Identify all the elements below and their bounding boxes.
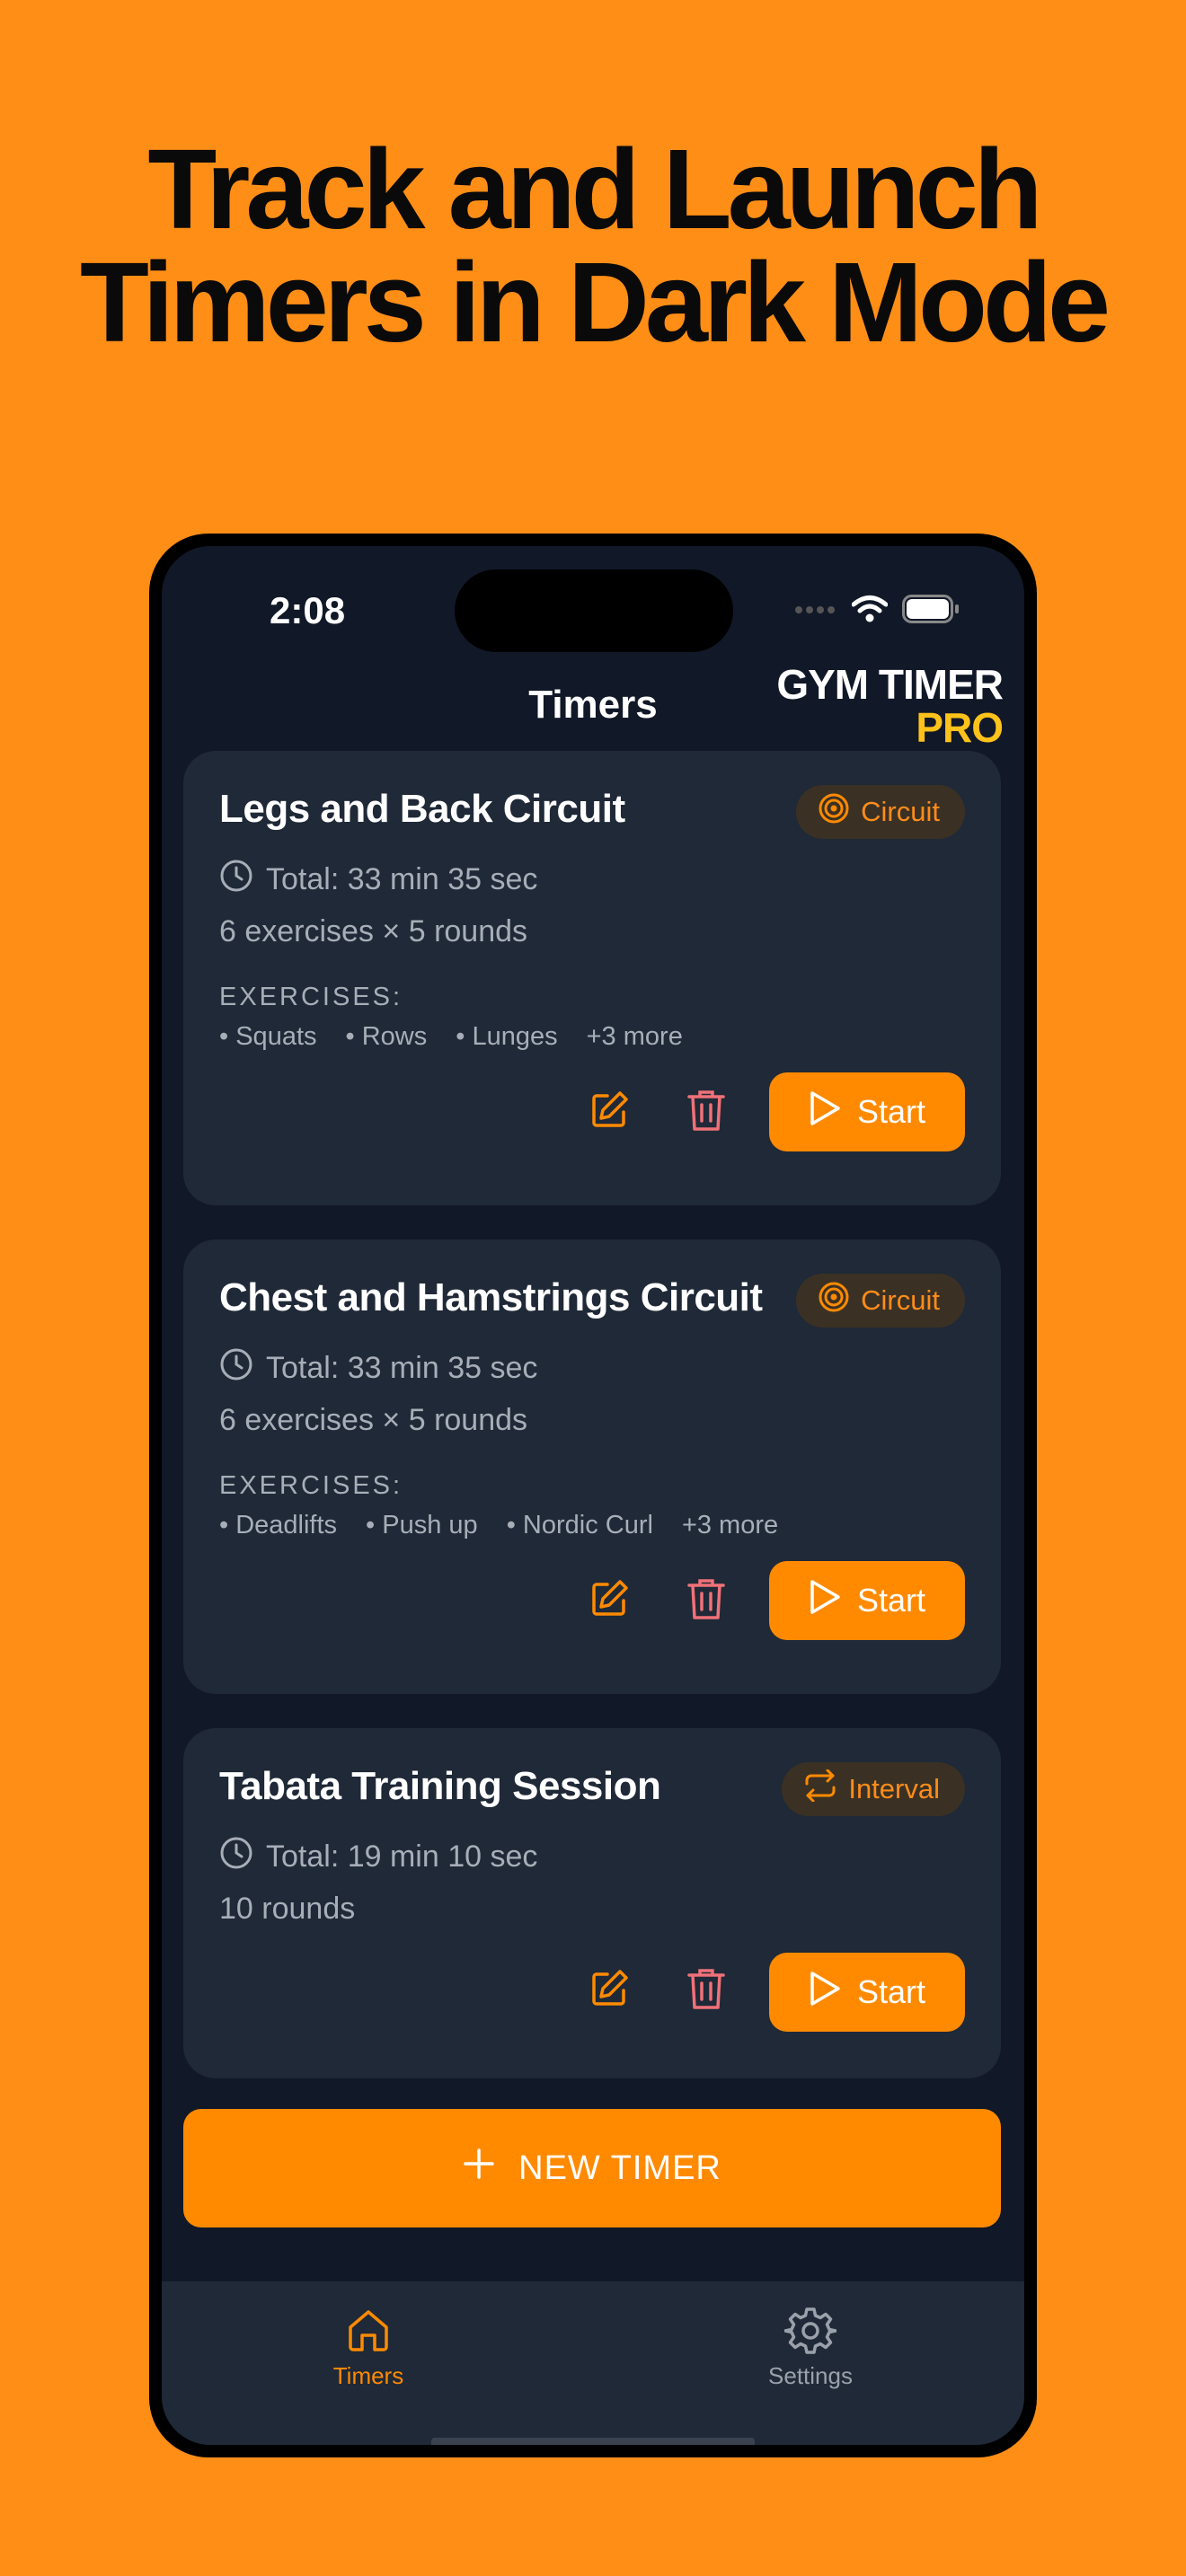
edit-button[interactable] bbox=[582, 1574, 636, 1628]
brand-name: GYM TIMER bbox=[776, 661, 1004, 708]
exercise-list: Deadlifts Push up Nordic Curl +3 more bbox=[219, 1511, 778, 1540]
exercise-more: +3 more bbox=[681, 1511, 779, 1539]
exercises-label: EXERCISES: bbox=[219, 1471, 403, 1500]
clock-icon bbox=[219, 1347, 253, 1389]
gear-icon bbox=[783, 2305, 837, 2363]
type-badge-label: Circuit bbox=[861, 1284, 940, 1316]
edit-button[interactable] bbox=[582, 1085, 636, 1139]
headline-line-2: Timers in Dark Mode bbox=[79, 239, 1111, 366]
timer-card: Legs and Back Circuit Circuit Total: 33 … bbox=[183, 751, 1001, 1205]
edit-button[interactable] bbox=[582, 1963, 636, 2017]
trash-icon bbox=[686, 1966, 726, 2016]
delete-button[interactable] bbox=[679, 1963, 733, 2017]
start-button[interactable]: Start bbox=[769, 1072, 965, 1151]
total-duration: Total: 19 min 10 sec bbox=[219, 1836, 537, 1878]
exercise-item: Lunges bbox=[456, 1022, 557, 1052]
exercises-label: EXERCISES: bbox=[219, 983, 403, 1011]
plus-icon bbox=[463, 2148, 495, 2189]
timer-card: Tabata Training Session Interval Total: … bbox=[183, 1728, 1001, 2078]
timer-summary: 6 exercises × 5 rounds bbox=[219, 914, 528, 948]
type-badge-label: Circuit bbox=[861, 796, 940, 827]
delete-button[interactable] bbox=[679, 1085, 733, 1139]
type-badge: Circuit bbox=[796, 785, 965, 839]
start-button-label: Start bbox=[856, 1093, 926, 1130]
clock-icon bbox=[219, 859, 253, 901]
exercise-item: Nordic Curl bbox=[507, 1511, 653, 1540]
signal-icon bbox=[794, 603, 837, 619]
new-timer-button[interactable]: NEW TIMER bbox=[183, 2109, 1001, 2228]
edit-icon bbox=[588, 1577, 631, 1625]
status-icons bbox=[794, 593, 960, 629]
dynamic-island bbox=[455, 569, 733, 652]
start-button-label: Start bbox=[856, 1582, 926, 1619]
trash-icon bbox=[686, 1088, 726, 1137]
exercise-item: Rows bbox=[346, 1022, 428, 1052]
play-icon bbox=[809, 1579, 841, 1623]
timer-title: Chest and Hamstrings Circuit bbox=[219, 1275, 763, 1319]
tab-timers[interactable]: Timers bbox=[279, 2305, 458, 2390]
target-icon bbox=[818, 792, 850, 832]
start-button-label: Start bbox=[856, 1973, 926, 2010]
status-time: 2:08 bbox=[270, 589, 346, 631]
timer-summary: 6 exercises × 5 rounds bbox=[219, 1403, 528, 1437]
tab-bar: Timers Settings bbox=[162, 2281, 1024, 2445]
start-button[interactable]: Start bbox=[769, 1561, 965, 1640]
exercise-item: Squats bbox=[219, 1022, 316, 1052]
timer-title: Tabata Training Session bbox=[219, 1764, 661, 1808]
new-timer-label: NEW TIMER bbox=[518, 2148, 721, 2187]
app-screen: 2:08 Timers GYM TIMER PRO Legs and Back … bbox=[162, 546, 1024, 2445]
wifi-icon bbox=[851, 595, 889, 628]
start-button[interactable]: Start bbox=[769, 1953, 965, 2032]
battery-icon bbox=[902, 594, 960, 628]
timer-summary: 10 rounds bbox=[219, 1892, 356, 1926]
tab-settings-label: Settings bbox=[768, 2362, 853, 2389]
tab-settings[interactable]: Settings bbox=[721, 2305, 900, 2390]
edit-icon bbox=[588, 1089, 631, 1136]
edit-icon bbox=[588, 1967, 631, 2015]
clock-icon bbox=[219, 1836, 253, 1878]
total-duration-text: Total: 33 min 35 sec bbox=[266, 1351, 538, 1385]
total-duration-text: Total: 33 min 35 sec bbox=[266, 862, 538, 896]
exercise-item: Deadlifts bbox=[219, 1511, 337, 1540]
exercise-item: Push up bbox=[366, 1511, 477, 1540]
type-badge: Interval bbox=[782, 1762, 965, 1816]
total-duration: Total: 33 min 35 sec bbox=[219, 1347, 537, 1389]
headline: Track and Launch Timers in Dark Mode bbox=[0, 133, 1186, 359]
type-badge: Circuit bbox=[796, 1274, 965, 1328]
delete-button[interactable] bbox=[679, 1574, 733, 1628]
phone-frame: 2:08 Timers GYM TIMER PRO Legs and Back … bbox=[149, 534, 1037, 2457]
trash-icon bbox=[686, 1576, 726, 1626]
total-duration: Total: 33 min 35 sec bbox=[219, 859, 537, 901]
type-badge-label: Interval bbox=[848, 1773, 940, 1804]
exercise-list: Squats Rows Lunges +3 more bbox=[219, 1022, 683, 1052]
repeat-icon bbox=[803, 1769, 837, 1809]
play-icon bbox=[809, 1090, 841, 1134]
headline-line-1: Track and Launch bbox=[147, 126, 1042, 252]
target-icon bbox=[818, 1281, 850, 1320]
play-icon bbox=[809, 1971, 841, 2015]
exercise-more: +3 more bbox=[586, 1022, 683, 1051]
timer-card: Chest and Hamstrings Circuit Circuit Tot… bbox=[183, 1239, 1001, 1694]
brand-logo: GYM TIMER PRO bbox=[776, 661, 1004, 751]
timer-title: Legs and Back Circuit bbox=[219, 787, 625, 831]
brand-tier: PRO bbox=[916, 704, 1004, 751]
total-duration-text: Total: 19 min 10 sec bbox=[266, 1839, 538, 1874]
home-indicator bbox=[431, 2438, 755, 2445]
home-icon bbox=[343, 2306, 394, 2362]
tab-timers-label: Timers bbox=[332, 2362, 404, 2389]
